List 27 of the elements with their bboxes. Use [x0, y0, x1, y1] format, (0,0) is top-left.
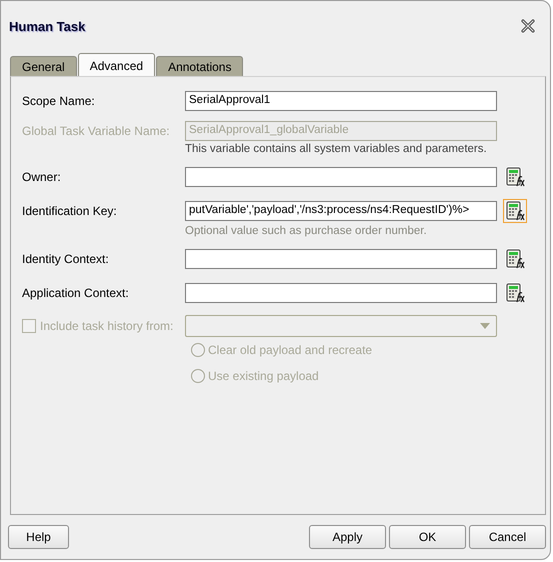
hint-text: Optional value such as purchase order number.: [185, 225, 428, 237]
input-field[interactable]: [185, 249, 497, 269]
radio-label: Use existing payload: [208, 369, 319, 383]
tab[interactable]: General: [10, 56, 77, 76]
checkbox-label: Include task history from:: [40, 319, 174, 333]
field-label: Scope Name:: [22, 94, 96, 108]
input-field[interactable]: [185, 283, 497, 303]
dialog-button[interactable]: Apply: [309, 525, 386, 549]
caret-icon: [480, 323, 490, 329]
tab[interactable]: Annotations: [156, 56, 244, 76]
tab[interactable]: Advanced: [78, 53, 156, 76]
radio-label: Clear old payload and recreate: [208, 343, 372, 357]
field-label: Global Task Variable Name:: [22, 124, 171, 138]
field-label: Owner:: [22, 170, 62, 184]
input-field[interactable]: SerialApproval1: [185, 91, 497, 111]
field-label: Identity Context:: [22, 252, 110, 266]
help-button[interactable]: Help: [8, 525, 69, 549]
field-label: Identification Key:: [22, 204, 118, 218]
calculator-icon[interactable]: [503, 199, 527, 223]
hint-text: This variable contains all system variables and parameters.: [185, 143, 488, 155]
input-field[interactable]: putVariable','payload','/ns3:process/ns4:RequestID')%>: [185, 201, 497, 221]
dialog-button[interactable]: OK: [389, 525, 466, 549]
dialog-button[interactable]: Cancel: [469, 525, 546, 549]
close-icon[interactable]: [520, 18, 536, 34]
window-title: Human Task: [9, 18, 86, 34]
input-field[interactable]: [185, 167, 497, 187]
field-label: Application Context:: [22, 286, 130, 300]
